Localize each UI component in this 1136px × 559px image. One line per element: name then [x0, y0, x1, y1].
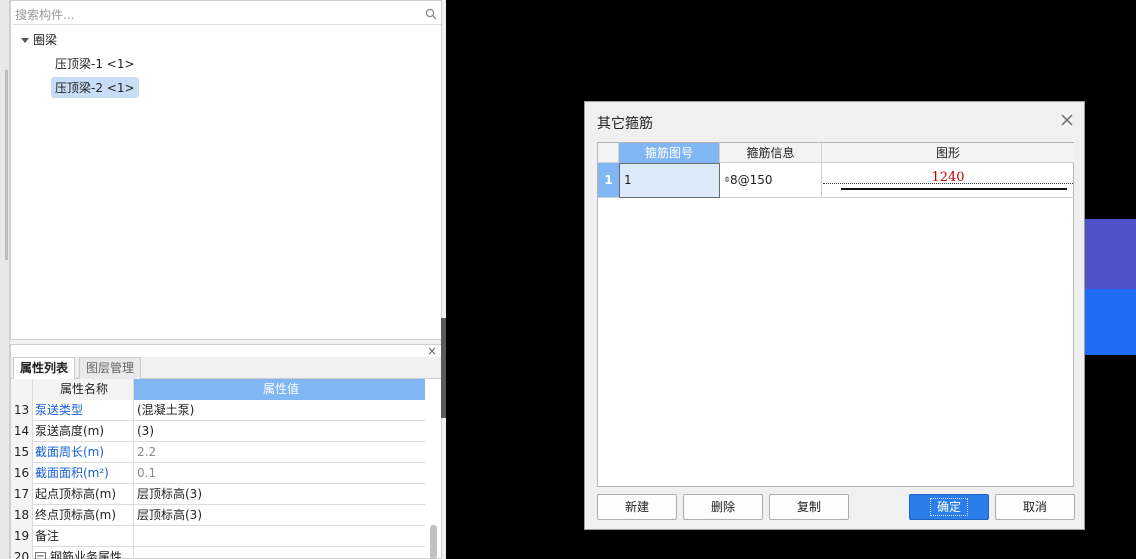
row-number[interactable]: 1 — [598, 163, 619, 198]
shape-no-cell[interactable]: 1 — [619, 163, 720, 198]
table-row[interactable]: 16 截面面积(m²) 0.1 — [11, 463, 425, 484]
strip-scrollbar[interactable] — [5, 70, 8, 260]
table-row[interactable]: 18 终点顶标高(m) 层顶标高(3) — [11, 505, 425, 526]
delete-button[interactable]: 删除 — [683, 494, 763, 520]
collapse-icon[interactable]: − — [35, 552, 46, 559]
ok-button-label: 确定 — [929, 498, 968, 516]
property-value[interactable]: (3) — [134, 421, 425, 442]
viewport-shape-blue — [1085, 289, 1136, 355]
close-icon[interactable] — [1060, 113, 1074, 127]
table-row[interactable]: 20 − 钢筋业务属性 — [11, 547, 425, 559]
property-name: 终点顶标高(m) — [33, 505, 134, 526]
property-value[interactable]: 0.1 — [134, 463, 425, 484]
row-number: 15 — [11, 442, 33, 463]
tree-root-label: 圈梁 — [33, 33, 58, 47]
property-name: 备注 — [33, 526, 134, 547]
property-name: 截面周长(m) — [33, 442, 134, 463]
other-stirrups-dialog: 其它箍筋 箍筋图号 箍筋信息 图形 1 1 ⌽8@150 1240 新建 删除 … — [584, 101, 1085, 530]
component-tree-area: 圈梁 压顶梁-1 <1> 压顶梁-2 <1> — [10, 0, 442, 340]
search-icon[interactable] — [425, 8, 437, 20]
property-name: 泵送类型 — [33, 400, 134, 421]
splitter-handle[interactable] — [441, 318, 446, 418]
table-row[interactable]: 19 备注 — [11, 526, 425, 547]
property-group-label: 钢筋业务属性 — [50, 550, 123, 559]
table-row[interactable]: 13 泵送类型 (混凝土泵) — [11, 400, 425, 421]
viewport-shape-purple — [1085, 219, 1136, 289]
search-box — [13, 5, 441, 25]
property-value[interactable] — [134, 526, 425, 547]
properties-panel: × 属性列表 图层管理 属性名称 属性值 13 泵送类型 (混凝土泵) 14 泵… — [10, 344, 442, 559]
column-header-shape[interactable]: 图形 — [822, 143, 1074, 163]
row-number: 19 — [11, 526, 33, 547]
properties-scrollbar[interactable] — [430, 525, 437, 559]
row-number: 14 — [11, 421, 33, 442]
row-number: 17 — [11, 484, 33, 505]
properties-table: 属性名称 属性值 13 泵送类型 (混凝土泵) 14 泵送高度(m) (3) 1… — [11, 379, 425, 559]
property-name: 泵送高度(m) — [33, 421, 134, 442]
table-header-row: 属性名称 属性值 — [11, 379, 425, 400]
property-value[interactable] — [134, 547, 425, 559]
shape-cell[interactable]: 1240 — [822, 163, 1074, 198]
tree-node-root[interactable]: 圈梁 — [21, 31, 57, 48]
property-name: 起点顶标高(m) — [33, 484, 134, 505]
component-panel: 圈梁 压顶梁-1 <1> 压顶梁-2 <1> × 属性列表 图层管理 属性名称 … — [0, 0, 446, 559]
table-row[interactable]: 17 起点顶标高(m) 层顶标高(3) — [11, 484, 425, 505]
row-number: 18 — [11, 505, 33, 526]
column-header-shape-no[interactable]: 箍筋图号 — [619, 143, 720, 163]
expand-triangle-icon[interactable] — [21, 38, 29, 43]
header-value-cell: 属性值 — [134, 379, 425, 400]
close-icon[interactable]: × — [427, 344, 437, 358]
property-value[interactable]: 层顶标高(3) — [134, 484, 425, 505]
stirrup-grid: 箍筋图号 箍筋信息 图形 1 1 ⌽8@150 1240 — [597, 142, 1074, 487]
row-number: 16 — [11, 463, 33, 484]
header-num-cell — [11, 379, 33, 400]
tree-node-child-selected[interactable]: 压顶梁-2 <1> — [51, 77, 139, 98]
row-number: 20 — [11, 547, 33, 559]
tab-layer-management[interactable]: 图层管理 — [79, 357, 142, 379]
property-group-name: − 钢筋业务属性 — [33, 547, 134, 559]
property-name: 截面面积(m²) — [33, 463, 134, 484]
shape-line — [841, 188, 1067, 190]
tree-node-child[interactable]: 压顶梁-1 <1> — [51, 53, 139, 74]
rebar-info-text: 8@150 — [730, 173, 773, 187]
new-button[interactable]: 新建 — [597, 494, 677, 520]
table-row[interactable]: 15 截面周长(m) 2.2 — [11, 442, 425, 463]
header-name-cell: 属性名称 — [33, 379, 134, 400]
ok-button[interactable]: 确定 — [909, 494, 989, 520]
shape-dimension-label: 1240 — [931, 170, 965, 185]
copy-button[interactable]: 复制 — [769, 494, 849, 520]
rebar-info-cell[interactable]: ⌽8@150 — [720, 163, 822, 198]
tab-property-list[interactable]: 属性列表 — [13, 357, 76, 379]
property-value[interactable]: 层顶标高(3) — [134, 505, 425, 526]
property-value[interactable]: 2.2 — [134, 442, 425, 463]
property-value[interactable]: (混凝土泵) — [134, 400, 425, 421]
column-header-rebar-info[interactable]: 箍筋信息 — [720, 143, 822, 163]
table-row[interactable]: 14 泵送高度(m) (3) — [11, 421, 425, 442]
cancel-button[interactable]: 取消 — [995, 494, 1075, 520]
side-strip — [0, 0, 10, 559]
search-input[interactable] — [13, 5, 418, 25]
grid-corner — [598, 143, 619, 163]
row-number: 13 — [11, 400, 33, 421]
properties-tabs: 属性列表 图层管理 — [11, 357, 441, 379]
dialog-title: 其它箍筋 — [597, 116, 653, 132]
